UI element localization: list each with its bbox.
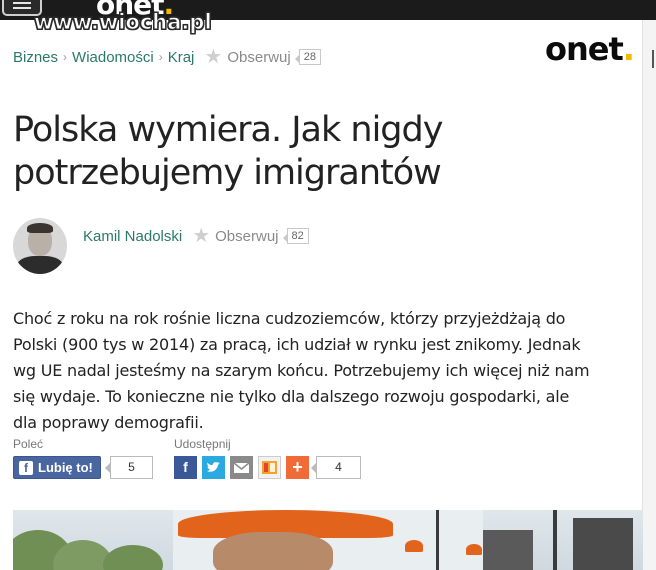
more-plus-icon: + — [292, 457, 303, 477]
facebook-icon: f — [19, 460, 33, 475]
follow-count-badge: 28 — [294, 49, 321, 65]
image-helmet — [405, 540, 423, 552]
follow-label: Obserwuj — [227, 48, 291, 66]
breadcrumb-wiadomosci[interactable]: Wiadomości — [72, 49, 154, 66]
lead-line: Polski (900 tys w 2014) za pracą, ich ud… — [13, 335, 581, 354]
like-count: 5 — [105, 456, 153, 479]
follow-author-button[interactable]: ★ Obserwuj 82 — [192, 226, 309, 246]
breadcrumb-separator: › — [158, 50, 163, 64]
breadcrumb-separator: › — [63, 50, 68, 64]
logo-text: onet — [545, 30, 624, 68]
article-title: Polska wymiera. Jak nigdy potrzebujemy i… — [13, 109, 573, 195]
wykop-icon — [262, 461, 277, 474]
author-name-link[interactable]: Kamil Nadolski — [83, 228, 182, 245]
logo-dot: . — [622, 30, 635, 68]
sidebar-marker — [652, 50, 654, 68]
like-button-label: Lubię to! — [38, 460, 93, 475]
wykop-share-button[interactable] — [258, 456, 281, 479]
onet-logo[interactable]: onet. — [545, 30, 635, 68]
image-helmet — [466, 544, 482, 555]
article-lead: Choć z roku na rok rośnie liczna cudzozi… — [13, 306, 643, 436]
share-count: 4 — [311, 456, 361, 479]
lead-line: wg UE nadal jesteśmy na szarym końcu. Po… — [13, 361, 590, 380]
facebook-icon: f — [183, 459, 188, 475]
avatar-body — [17, 256, 63, 274]
title-line: Polska wymiera. Jak nigdy — [13, 110, 443, 150]
email-share-button[interactable] — [230, 456, 253, 479]
facebook-share-button[interactable]: f — [174, 456, 197, 479]
facebook-like-button[interactable]: f Lubię to! — [13, 456, 101, 479]
image-machinery — [573, 518, 633, 570]
image-pole — [436, 510, 439, 570]
avatar-hair — [27, 223, 53, 233]
star-icon: ★ — [192, 225, 211, 247]
lead-line: dla poprawy demografii. — [13, 413, 204, 432]
breadcrumb-biznes[interactable]: Biznes — [13, 49, 58, 66]
breadcrumb: Biznes › Wiadomości › Kraj ★ Obserwuj 28 — [13, 47, 321, 67]
recommend-label: Poleć — [13, 437, 44, 451]
menu-line — [13, 2, 31, 4]
image-face — [213, 532, 333, 570]
lead-line: Choć z roku na rok rośnie liczna cudzozi… — [13, 309, 566, 328]
breadcrumb-kraj[interactable]: Kraj — [168, 49, 195, 66]
right-sidebar-edge — [642, 20, 656, 570]
twitter-share-button[interactable] — [202, 456, 225, 479]
twitter-icon — [207, 462, 220, 472]
wiocha-watermark: www.wiocha.pl — [34, 10, 213, 35]
follow-count-badge: 82 — [282, 228, 309, 244]
lead-line: się wydaje. To konieczne nie tylko dla d… — [13, 387, 570, 406]
article-hero-image[interactable] — [13, 510, 643, 570]
menu-line — [13, 7, 31, 9]
follow-category-button[interactable]: ★ Obserwuj 28 — [204, 47, 321, 67]
image-pole — [553, 510, 557, 570]
follow-label: Obserwuj — [215, 227, 279, 245]
image-tree — [103, 545, 163, 570]
mail-icon — [233, 462, 250, 473]
author-row: Kamil Nadolski ★ Obserwuj 82 — [83, 226, 309, 246]
image-machinery — [483, 530, 533, 570]
title-line: potrzebujemy imigrantów — [13, 153, 442, 193]
author-avatar[interactable] — [13, 218, 67, 274]
star-icon: ★ — [204, 46, 223, 68]
more-share-button[interactable]: + — [286, 456, 309, 479]
share-label: Udostępnij — [174, 437, 231, 451]
